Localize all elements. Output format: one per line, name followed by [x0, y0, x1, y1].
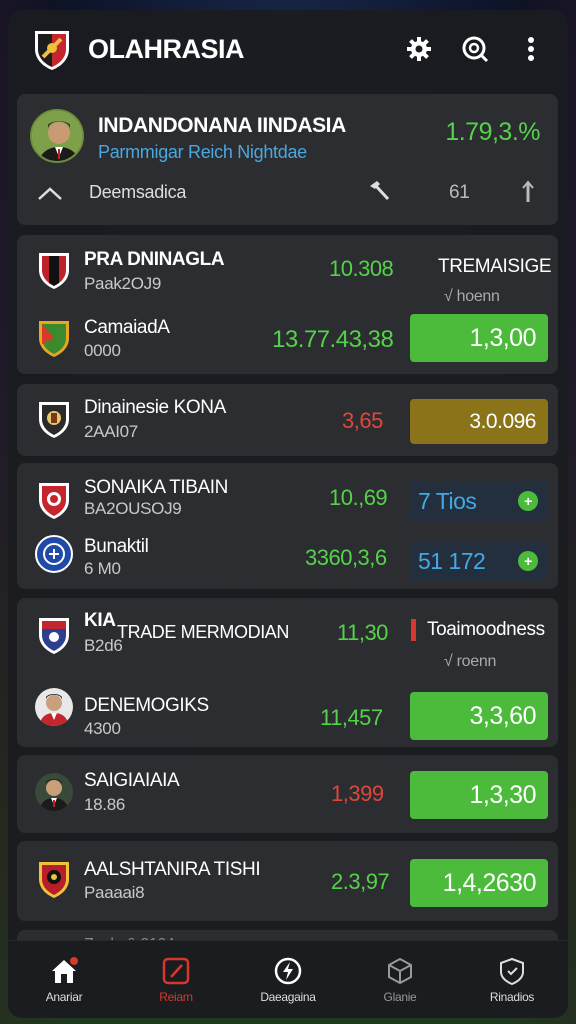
team-name: KIA: [84, 610, 116, 631]
team-name: DENEMOGIKS: [84, 695, 209, 716]
gauge-icon: [161, 956, 191, 986]
player-avatar: [30, 109, 84, 163]
plus-icon: +: [518, 551, 538, 571]
red-flag-marker: [411, 619, 416, 641]
team-name: CamaiadА: [84, 317, 170, 338]
team-sub: BA2OUSOJ9: [84, 499, 182, 518]
match-card[interactable]: PRA DNINAGLA Paak2OJ9 10.308 TREMAISIGE …: [17, 235, 558, 374]
app-logo-icon: [32, 27, 72, 71]
nav-item-glanie[interactable]: Glanie: [350, 956, 450, 1004]
team-sub: Paaaai8: [84, 883, 145, 902]
team-name: Bunaktil: [84, 536, 149, 557]
featured-count: 61: [449, 182, 470, 203]
match-card[interactable]: KIA TRADE MERMODIAN B2d6 11,30 Toaimoodn…: [17, 598, 558, 747]
nav-item-daeagaina[interactable]: Daeagaina: [238, 956, 338, 1004]
hammer-icon[interactable]: [367, 180, 391, 207]
nav-item-home[interactable]: Anariar: [14, 956, 114, 1004]
nav-label: Daeagaina: [260, 989, 316, 1004]
team-name-extra: TRADE MERMODIAN: [117, 622, 290, 642]
featured-team-name: INDANDONANA IINDASIA: [98, 114, 346, 137]
team-sub: 2AAI07: [84, 422, 138, 441]
odds-value: 51 172: [418, 547, 486, 574]
more-options-icon[interactable]: [516, 34, 546, 64]
team-crest-icon: [37, 615, 71, 655]
odds-button[interactable]: 3,3,60: [410, 692, 548, 740]
team-name: SONAIKA TIBAIN: [84, 477, 228, 498]
market-sub: √ roenn: [444, 653, 497, 670]
app-title: OLAHRASIA: [88, 33, 245, 64]
team-crest-icon: [37, 859, 71, 899]
settings-gear-icon[interactable]: [404, 34, 434, 64]
team-crest-icon: [37, 250, 71, 290]
featured-toggle-label[interactable]: Deemsadica: [89, 182, 186, 203]
team-name: Dinainesie KONA: [84, 397, 226, 418]
market-sub: √ hoenn: [444, 288, 500, 305]
odds-button[interactable]: 1,3,30: [410, 771, 548, 819]
shield-icon: [497, 956, 527, 986]
team-sub: 18.86: [84, 795, 126, 814]
player-avatar: [35, 773, 73, 811]
team-crest-icon: [37, 399, 71, 439]
team-name: PRA DNINAGLA: [84, 249, 225, 270]
nav-label: Anariar: [45, 989, 83, 1004]
bottom-navigation: Anariar Reiarn Daeagaina Glanie Rinadios: [8, 940, 568, 1018]
app-header: OLAHRASIA: [8, 10, 568, 88]
team-value: 10.,69: [329, 485, 388, 510]
cube-icon: [385, 956, 415, 986]
team-crest-icon: [37, 480, 71, 520]
app-window: OLAHRASIA INDANDONANA IINDASIA Parmmigar…: [8, 10, 568, 1018]
match-card[interactable]: AALSHTANIRA TISHI Paaaai8 2.3,97 1,4,263…: [17, 841, 558, 921]
team-sub: 0000: [84, 341, 121, 360]
odds-button[interactable]: 51 172 +: [410, 541, 548, 581]
nav-item-reiarn[interactable]: Reiarn: [126, 956, 226, 1004]
team-value: 3360,3,6: [305, 545, 387, 570]
lightning-icon: [273, 956, 303, 986]
player-avatar: [35, 688, 73, 726]
odds-button[interactable]: 7 Tios +: [410, 481, 548, 521]
team-crest-icon: [35, 535, 73, 573]
market-label: Toaimoodness: [427, 619, 545, 640]
team-sub: 4300: [84, 719, 121, 738]
nav-item-rinadios[interactable]: Rinadios: [462, 956, 562, 1004]
team-value: 11,30: [337, 620, 388, 645]
collapse-chevron-icon[interactable]: [37, 185, 63, 206]
search-icon[interactable]: [460, 34, 490, 64]
team-sub: B2d6: [84, 636, 123, 655]
featured-percent: 1.79,3.%: [445, 118, 540, 146]
team-crest-icon: [37, 318, 71, 358]
team-name: AALSHTANIRA TISHI: [84, 859, 261, 880]
team-sub: 6 M0: [84, 559, 121, 578]
team-value: 1,399: [331, 781, 384, 806]
match-card[interactable]: SAIGIAIAIA 18.86 1,399 1,3,30: [17, 755, 558, 833]
odds-value: 7 Tios: [418, 487, 477, 514]
featured-team-card[interactable]: INDANDONANA IINDASIA Parmmigar Reich Nig…: [17, 94, 558, 225]
team-value: 2.3,97: [331, 869, 390, 894]
team-value: 3,65: [342, 408, 383, 433]
match-card[interactable]: Dinainesie KONA 2AAI07 3,65 3.0.096: [17, 384, 558, 456]
featured-team-subtitle: Parmmigar Reich Nightdae: [98, 142, 307, 162]
team-value: 10.308: [329, 256, 394, 281]
odds-button[interactable]: 1,3,00: [410, 314, 548, 362]
match-card[interactable]: SONAIKA TIBAIN BA2OUSOJ9 10.,69 7 Tios +…: [17, 463, 558, 589]
team-value: 13.77.43,38: [272, 326, 394, 353]
nav-label: Glanie: [383, 989, 417, 1004]
plus-icon: +: [518, 491, 538, 511]
home-icon: [49, 956, 79, 986]
team-sub: Paak2OJ9: [84, 274, 161, 293]
nav-label: Rinadios: [489, 989, 535, 1004]
sort-arrow-icon[interactable]: [521, 180, 535, 209]
team-value: 11,457: [320, 705, 383, 730]
team-name: SAIGIAIAIA: [84, 770, 180, 791]
odds-button[interactable]: 1,4,2630: [410, 859, 548, 907]
nav-label: Reiarn: [159, 989, 193, 1004]
odds-button[interactable]: 3.0.096: [410, 399, 548, 444]
market-label: TREMAISIGE: [438, 256, 552, 277]
